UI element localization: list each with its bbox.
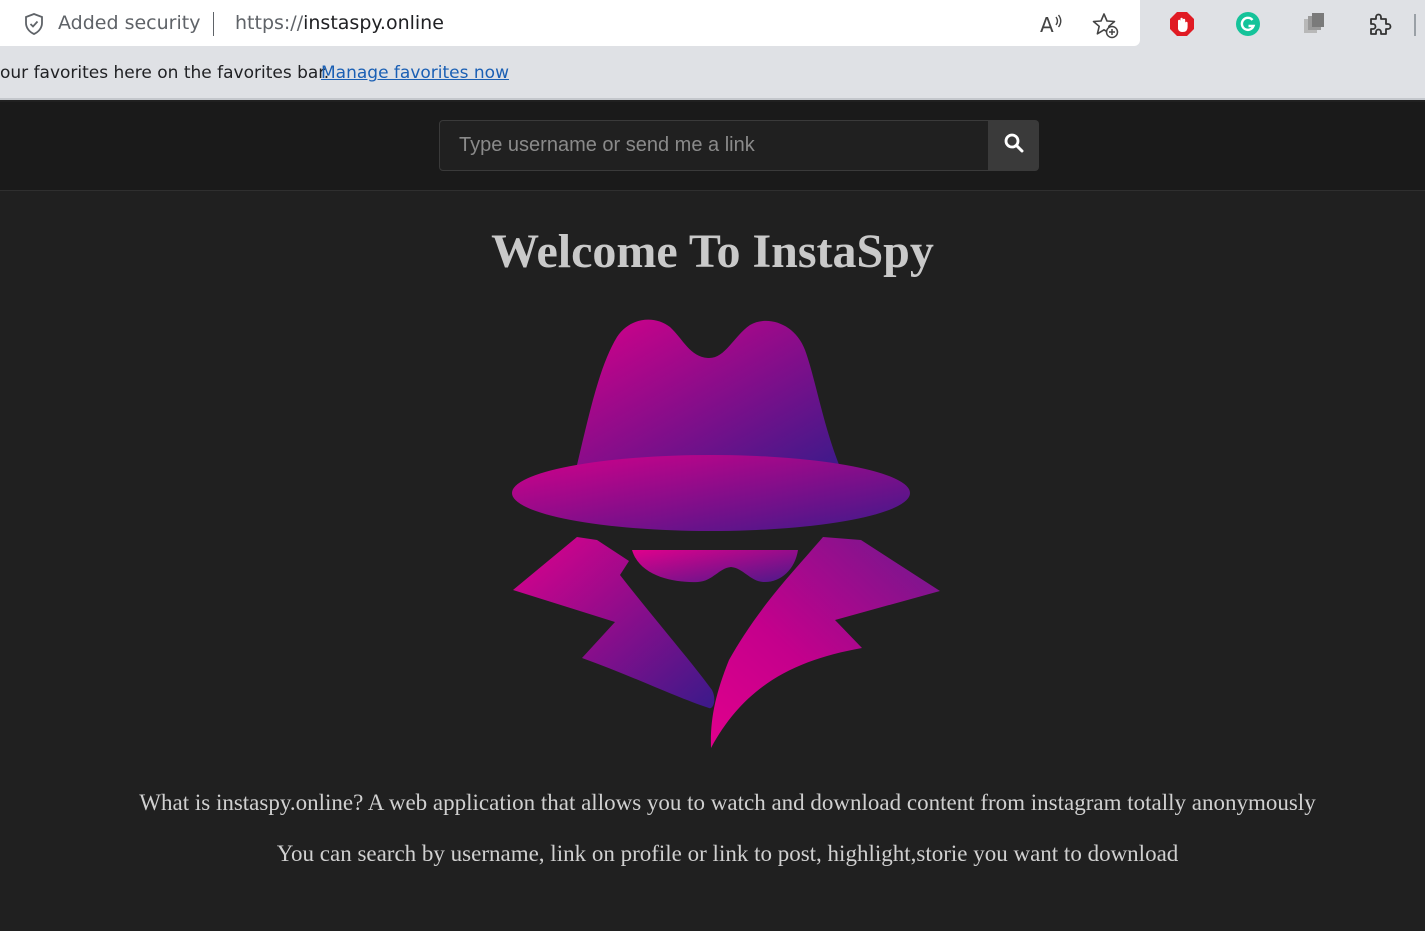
security-label[interactable]: Added security: [58, 12, 200, 34]
description-how-to: You can search by username, link on prof…: [276, 841, 1179, 866]
address-divider: [213, 12, 214, 36]
page-title: Welcome To InstaSpy: [491, 225, 934, 278]
url-scheme: https://: [235, 12, 304, 34]
extensions-puzzle-icon[interactable]: [1366, 10, 1394, 38]
favorites-bar-message: our favorites here on the favorites bar.: [0, 63, 330, 83]
shield-icon[interactable]: [21, 11, 47, 37]
toolbar-separator: [1414, 14, 1416, 36]
add-favorite-icon[interactable]: [1090, 10, 1120, 40]
read-aloud-icon[interactable]: A: [1037, 10, 1065, 38]
favorites-bar: our favorites here on the favorites bar.…: [0, 50, 1425, 100]
grammarly-extension-icon[interactable]: [1234, 10, 1262, 38]
spy-logo: [505, 315, 945, 755]
site-header: [0, 102, 1425, 191]
search-button[interactable]: [988, 120, 1039, 171]
url-text[interactable]: https://instaspy.online: [235, 12, 444, 34]
description-what-is: What is instaspy.online? A web applicati…: [139, 790, 1316, 815]
browser-toolbar: Added security https://instaspy.online A: [0, 0, 1425, 50]
search-input[interactable]: [439, 120, 989, 171]
search-icon: [1003, 132, 1025, 159]
url-host: instaspy.online: [303, 12, 444, 34]
collections-extension-icon[interactable]: [1300, 10, 1328, 38]
svg-text:A: A: [1040, 13, 1054, 37]
adblock-extension-icon[interactable]: [1168, 10, 1196, 38]
address-bar[interactable]: Added security https://instaspy.online A: [0, 0, 1140, 46]
manage-favorites-link[interactable]: Manage favorites now: [321, 63, 509, 83]
